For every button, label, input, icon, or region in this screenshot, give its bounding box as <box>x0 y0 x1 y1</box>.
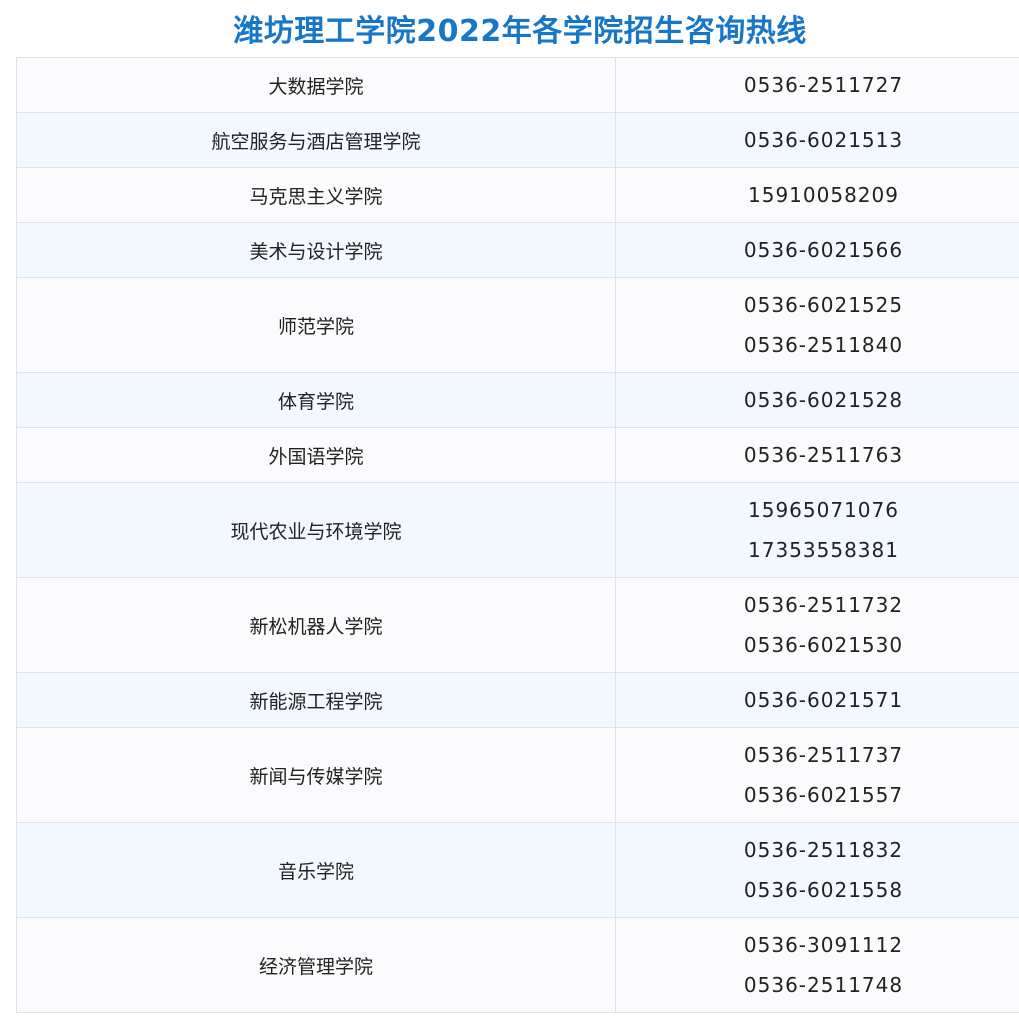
hotline-table: 大数据学院 0536-2511727 航空服务与酒店管理学院 0536-6021513… <box>16 57 1019 1013</box>
phone-cell: 0536-6021566 <box>615 222 1019 278</box>
table-row: 经济管理学院 0536-3091112 0536-2511748 <box>16 917 1019 1013</box>
table-row: 新松机器人学院 0536-2511732 0536-6021530 <box>16 577 1019 673</box>
phone-cell: 0536-6021513 <box>615 112 1019 168</box>
phone-cell: 15965071076 17353558381 <box>615 482 1019 578</box>
college-name-cell: 经济管理学院 <box>16 917 616 1013</box>
phone-number: 0536-6021571 <box>743 688 904 712</box>
phone-cell: 0536-6021571 <box>615 672 1019 728</box>
college-name-cell: 音乐学院 <box>16 822 616 918</box>
table-row: 音乐学院 0536-2511832 0536-6021558 <box>16 822 1019 918</box>
phone-cell: 15910058209 <box>615 167 1019 223</box>
phone-number: 15910058209 <box>748 183 899 207</box>
phone-cell: 0536-2511732 0536-6021530 <box>615 577 1019 673</box>
table-row: 现代农业与环境学院 15965071076 17353558381 <box>16 482 1019 578</box>
phone-cell: 0536-3091112 0536-2511748 <box>615 917 1019 1013</box>
phone-number: 17353558381 <box>748 538 899 562</box>
phone-number: 0536-6021566 <box>743 238 904 262</box>
college-name-cell: 现代农业与环境学院 <box>16 482 616 578</box>
table-row: 外国语学院 0536-2511763 <box>16 427 1019 483</box>
college-name-cell: 大数据学院 <box>16 57 616 113</box>
table-row: 师范学院 0536-6021525 0536-2511840 <box>16 277 1019 373</box>
phone-cell: 0536-2511737 0536-6021557 <box>615 727 1019 823</box>
table-row: 新能源工程学院 0536-6021571 <box>16 672 1019 728</box>
phone-number: 0536-6021513 <box>743 128 904 152</box>
table-row: 美术与设计学院 0536-6021566 <box>16 222 1019 278</box>
phone-number: 0536-2511727 <box>743 73 904 97</box>
phone-cell: 0536-2511727 <box>615 57 1019 113</box>
table-row: 体育学院 0536-6021528 <box>16 372 1019 428</box>
phone-number: 0536-2511763 <box>743 443 904 467</box>
phone-number: 0536-2511840 <box>743 333 904 357</box>
phone-number: 0536-6021530 <box>743 633 904 657</box>
phone-cell: 0536-2511763 <box>615 427 1019 483</box>
phone-cell: 0536-6021528 <box>615 372 1019 428</box>
college-name-cell: 体育学院 <box>16 372 616 428</box>
hotline-table-body: 大数据学院 0536-2511727 航空服务与酒店管理学院 0536-6021513… <box>16 57 1019 1013</box>
phone-cell: 0536-2511832 0536-6021558 <box>615 822 1019 918</box>
phone-number: 15965071076 <box>748 498 899 522</box>
college-name-cell: 航空服务与酒店管理学院 <box>16 112 616 168</box>
college-name-cell: 马克思主义学院 <box>16 167 616 223</box>
college-name-cell: 外国语学院 <box>16 427 616 483</box>
phone-cell: 0536-6021525 0536-2511840 <box>615 277 1019 373</box>
college-name-cell: 新松机器人学院 <box>16 577 616 673</box>
phone-number: 0536-6021557 <box>743 783 904 807</box>
college-name-cell: 师范学院 <box>16 277 616 373</box>
phone-number: 0536-2511732 <box>743 593 904 617</box>
table-row: 大数据学院 0536-2511727 <box>16 57 1019 113</box>
college-name-cell: 新能源工程学院 <box>16 672 616 728</box>
phone-number: 0536-2511737 <box>743 743 904 767</box>
table-row: 马克思主义学院 15910058209 <box>16 167 1019 223</box>
college-name-cell: 美术与设计学院 <box>16 222 616 278</box>
phone-number: 0536-2511748 <box>743 973 904 997</box>
phone-number: 0536-6021558 <box>743 878 904 902</box>
phone-number: 0536-2511832 <box>743 838 904 862</box>
college-name-cell: 新闻与传媒学院 <box>16 727 616 823</box>
page-title: 潍坊理工学院2022年各学院招生咨询热线 <box>233 14 807 49</box>
table-row: 航空服务与酒店管理学院 0536-6021513 <box>16 112 1019 168</box>
phone-number: 0536-6021528 <box>743 388 904 412</box>
table-row: 新闻与传媒学院 0536-2511737 0536-6021557 <box>16 727 1019 823</box>
phone-number: 0536-3091112 <box>743 933 904 957</box>
phone-number: 0536-6021525 <box>743 293 904 317</box>
